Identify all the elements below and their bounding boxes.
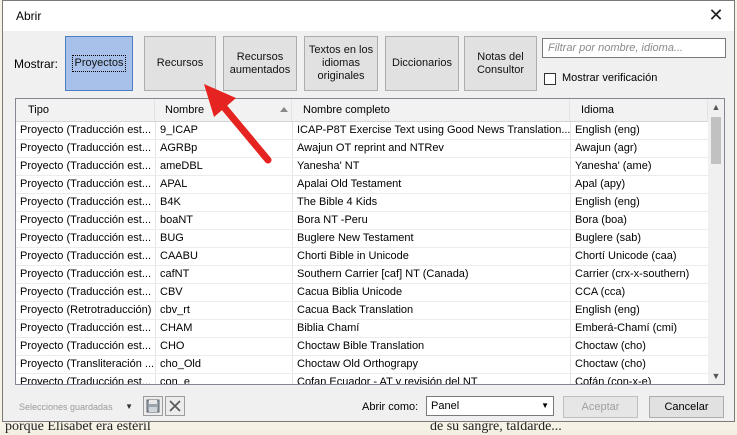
annotation-arrow-icon (204, 84, 272, 164)
